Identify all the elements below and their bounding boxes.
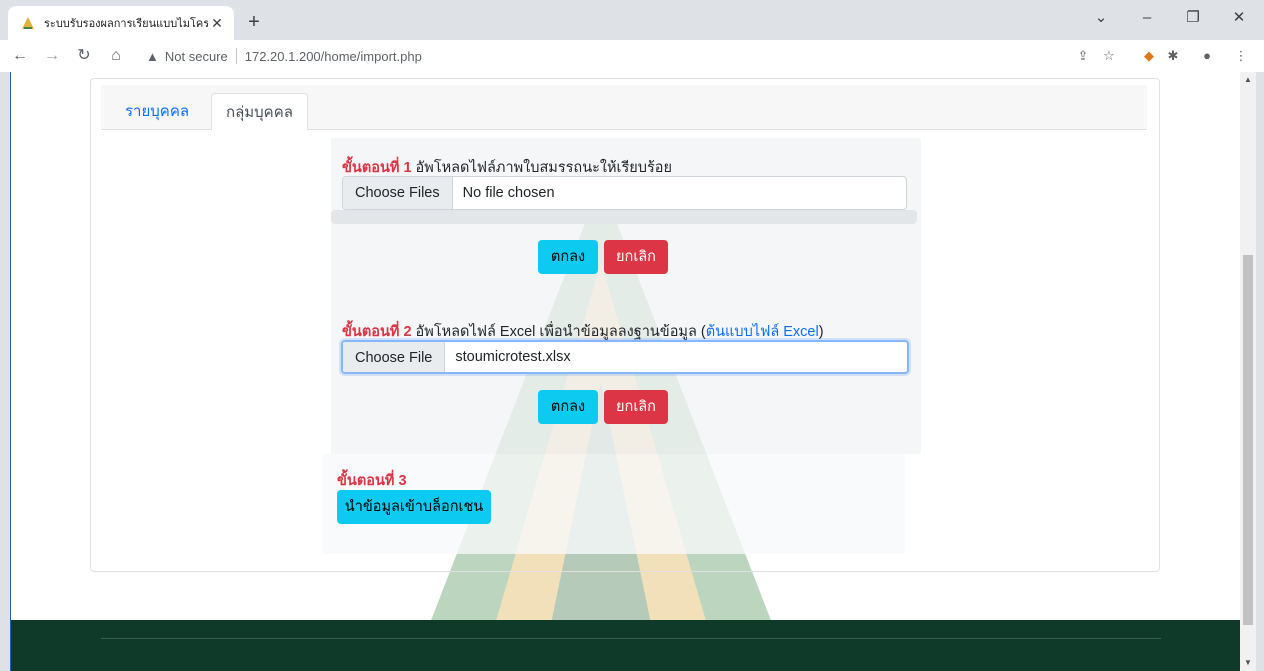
tab-search-icon[interactable]: ⌄ <box>1078 0 1124 36</box>
restore-button[interactable]: ❐ <box>1170 0 1216 36</box>
step2-file-name: stoumicrotest.xlsx <box>455 349 571 365</box>
step2-file-input[interactable]: Choose File stoumicrotest.xlsx <box>341 340 909 374</box>
step2-cancel-button[interactable]: ยกเลิก <box>604 390 668 424</box>
import-to-blockchain-button[interactable]: นำข้อมูลเข้าบล็อกเชน <box>337 490 491 524</box>
step1-file-input[interactable]: Choose Files No file chosen <box>342 176 907 210</box>
tab-close-icon[interactable]: ✕ <box>208 14 226 32</box>
step3-label: ขั้นตอนที่ 3 <box>337 469 407 492</box>
step1-number: ขั้นตอนที่ 1 <box>342 160 412 176</box>
step1-ok-button[interactable]: ตกลง <box>538 240 598 274</box>
step2-number: ขั้นตอนที่ 2 <box>342 324 412 340</box>
window-right-edge <box>1256 72 1264 671</box>
scroll-up-arrow-icon[interactable]: ▲ <box>1240 72 1256 88</box>
minimize-button[interactable]: – <box>1124 0 1170 36</box>
fox-extension-icon[interactable]: ◆ <box>1138 46 1160 66</box>
step1-text: อัพโหลดไฟล์ภาพใบสมรรถนะให้เรียบร้อย <box>415 160 672 176</box>
tab-title: ระบบรับรองผลการเรียนแบบไมโครเครดิต <box>44 18 208 30</box>
profile-avatar-icon[interactable]: ● <box>1196 46 1218 66</box>
footer-divider <box>101 638 1161 639</box>
page-scrollbar[interactable]: ▲ ▼ <box>1240 72 1256 671</box>
extensions-puzzle-icon[interactable]: ✱ <box>1162 46 1184 66</box>
step2-text: อัพโหลดไฟล์ Excel เพื่อนำข้อมูลลงฐานข้อม… <box>415 324 706 340</box>
step1-divider-bar <box>331 210 917 224</box>
step2-choose-file-button[interactable]: Choose File <box>343 342 446 372</box>
tab-nav: รายบุคคล กลุ่มบุคคล <box>101 85 1147 131</box>
page-viewport: รายบุคคล กลุ่มบุคคล ขั้นตอนที่ 1 อัพโหลด… <box>10 72 1240 671</box>
step1-cancel-button[interactable]: ยกเลิก <box>604 240 668 274</box>
back-icon[interactable]: ← <box>8 44 32 68</box>
reload-icon[interactable]: ↻ <box>72 44 96 68</box>
site-favicon-icon <box>20 15 36 31</box>
step1-file-name: No file chosen <box>462 185 555 201</box>
bookmark-star-icon[interactable]: ☆ <box>1098 46 1120 66</box>
share-icon[interactable]: ⇪ <box>1072 46 1094 66</box>
browser-tab[interactable]: ระบบรับรองผลการเรียนแบบไมโครเครดิต ✕ <box>8 6 234 40</box>
forward-icon[interactable]: → <box>40 44 64 68</box>
warning-icon[interactable]: ▲ <box>146 49 159 64</box>
url-text[interactable]: 172.20.1.200/home/import.php <box>245 49 422 64</box>
step3-number: ขั้นตอนที่ 3 <box>337 473 407 489</box>
step2-text-end: ) <box>818 324 824 340</box>
home-icon[interactable]: ⌂ <box>104 44 128 68</box>
step2-ok-button[interactable]: ตกลง <box>538 390 598 424</box>
close-window-button[interactable]: ✕ <box>1216 0 1262 36</box>
excel-template-link[interactable]: ต้นแบบไฟล์ Excel <box>706 324 819 340</box>
menu-kebab-icon[interactable]: ⋮ <box>1230 46 1252 66</box>
omnibox-divider <box>235 48 237 64</box>
browser-tab-bar: ระบบรับรองผลการเรียนแบบไมโครเครดิต ✕ + ⌄… <box>0 0 1264 40</box>
page-footer <box>11 620 1240 671</box>
security-status[interactable]: Not secure <box>165 49 228 64</box>
step1-choose-files-button[interactable]: Choose Files <box>343 177 453 209</box>
new-tab-button[interactable]: + <box>240 8 268 36</box>
tab-group[interactable]: กลุ่มบุคคล <box>211 93 308 131</box>
scroll-down-arrow-icon[interactable]: ▼ <box>1240 655 1256 671</box>
tab-individual[interactable]: รายบุคคล <box>111 93 203 131</box>
scrollbar-thumb[interactable] <box>1243 255 1253 625</box>
